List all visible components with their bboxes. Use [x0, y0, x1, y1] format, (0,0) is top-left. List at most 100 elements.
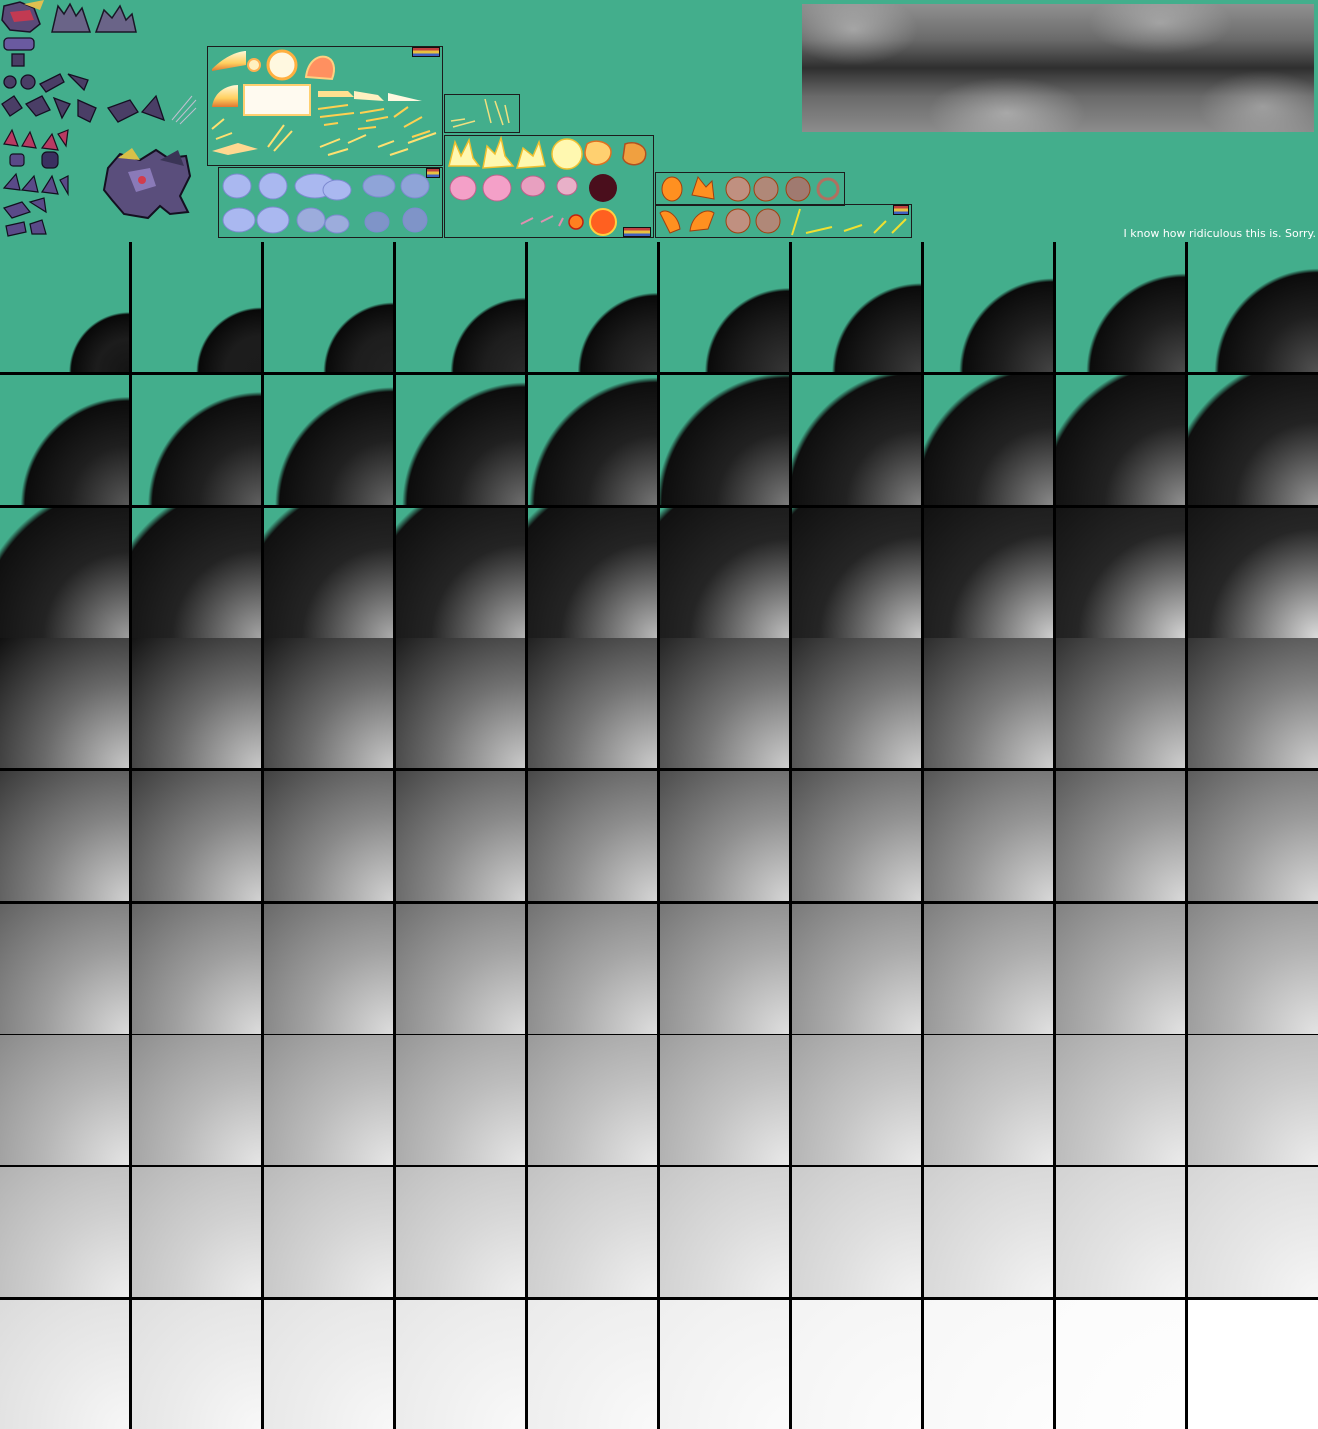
beam-effect-panel — [207, 46, 443, 166]
gradient-frame — [528, 771, 657, 901]
palette-swatch — [623, 227, 651, 237]
palette-swatch — [893, 205, 909, 215]
gradient-frame — [264, 1035, 393, 1165]
radial-gradient-frame-grid — [0, 242, 1318, 1429]
gradient-frame — [660, 242, 789, 372]
gradient-frame — [264, 375, 393, 505]
palette-swatch — [426, 168, 440, 178]
gradient-frame — [1188, 1035, 1318, 1165]
gradient-frame — [1056, 638, 1185, 768]
palette-swatch — [412, 47, 440, 57]
gradient-frame — [924, 1300, 1053, 1429]
gradient-frame — [0, 1035, 129, 1165]
gradient-frame — [264, 242, 393, 372]
gradient-frame — [1056, 375, 1185, 505]
gradient-frame — [1188, 242, 1318, 372]
gradient-frame — [396, 1035, 525, 1165]
gradient-frame — [528, 638, 657, 768]
fire-sprites — [661, 175, 840, 202]
gradient-frame — [264, 1300, 393, 1429]
gradient-frame — [132, 904, 261, 1034]
gradient-frame — [0, 508, 129, 638]
gradient-frame — [0, 1167, 129, 1297]
gradient-frame — [264, 771, 393, 901]
robot-full-sprite-icon — [102, 148, 192, 220]
gradient-frame — [132, 508, 261, 638]
gradient-frame — [132, 375, 261, 505]
gradient-frame — [264, 638, 393, 768]
gradient-frame — [924, 1035, 1053, 1165]
gradient-frame — [0, 638, 129, 768]
gradient-frame — [528, 508, 657, 638]
gradient-frame — [660, 904, 789, 1034]
gradient-frame — [132, 1035, 261, 1165]
gradient-frame — [396, 242, 525, 372]
spark-effect-panel — [444, 94, 520, 133]
gradient-frame — [396, 1167, 525, 1297]
robot-head-icon — [1, 0, 44, 33]
gradient-frame — [264, 1167, 393, 1297]
gradient-frame — [264, 508, 393, 638]
beam-sprites — [211, 49, 437, 156]
gradient-frame — [0, 375, 129, 505]
gradient-frame — [1056, 1035, 1185, 1165]
gradient-frame — [528, 1167, 657, 1297]
gradient-frame — [0, 771, 129, 901]
gradient-frame — [660, 508, 789, 638]
gradient-frame — [1056, 904, 1185, 1034]
gradient-frame — [528, 904, 657, 1034]
gradient-frame — [792, 904, 921, 1034]
gradient-frame — [660, 1035, 789, 1165]
gradient-frame — [924, 242, 1053, 372]
fire-sprites-lower — [659, 208, 907, 236]
gradient-frame — [528, 375, 657, 505]
explosion-sprites — [448, 135, 647, 236]
gradient-frame — [792, 1300, 921, 1429]
gradient-frame — [924, 771, 1053, 901]
gradient-frame — [792, 1167, 921, 1297]
gradient-frame — [924, 375, 1053, 505]
gradient-frame — [660, 375, 789, 505]
gradient-frame — [1188, 508, 1318, 638]
fire-effect-panel-lower — [655, 204, 912, 238]
gradient-frame — [396, 375, 525, 505]
gradient-frame — [1056, 771, 1185, 901]
gradient-frame — [924, 638, 1053, 768]
gradient-frame — [1056, 508, 1185, 638]
sprite-sheet: I know how ridiculous this is. Sorry. — [0, 0, 1318, 1429]
gradient-frame — [1056, 1167, 1185, 1297]
gradient-frame — [792, 771, 921, 901]
gradient-frame — [1188, 904, 1318, 1034]
gradient-frame — [0, 904, 129, 1034]
gradient-frame — [0, 242, 129, 372]
gradient-frame — [396, 508, 525, 638]
gradient-frame — [396, 638, 525, 768]
gradient-frame — [1188, 1300, 1318, 1429]
gradient-frame — [1188, 375, 1318, 505]
gradient-frame — [132, 638, 261, 768]
fire-effect-panel — [655, 172, 845, 206]
gradient-frame — [792, 638, 921, 768]
gradient-frame — [792, 508, 921, 638]
gradient-frame — [396, 1300, 525, 1429]
gradient-frame — [924, 1167, 1053, 1297]
gradient-frame — [132, 1300, 261, 1429]
robot-sprite-parts — [1, 0, 197, 237]
gradient-frame — [924, 508, 1053, 638]
gradient-frame — [528, 1300, 657, 1429]
spark-sprites — [450, 98, 510, 128]
wing-sprite-icon — [51, 2, 137, 33]
cloud-sprites — [222, 172, 430, 234]
gradient-frame — [792, 1035, 921, 1165]
gradient-frame — [0, 1300, 129, 1429]
gradient-frame — [132, 1167, 261, 1297]
gradient-frame — [1188, 638, 1318, 768]
gradient-frame — [792, 242, 921, 372]
gradient-frame — [660, 771, 789, 901]
gradient-frame — [132, 242, 261, 372]
explosion-effect-panel — [444, 135, 654, 238]
gradient-frame — [396, 771, 525, 901]
gradient-frame — [1056, 1300, 1185, 1429]
gradient-frame — [1188, 771, 1318, 901]
gradient-frame — [528, 1035, 657, 1165]
